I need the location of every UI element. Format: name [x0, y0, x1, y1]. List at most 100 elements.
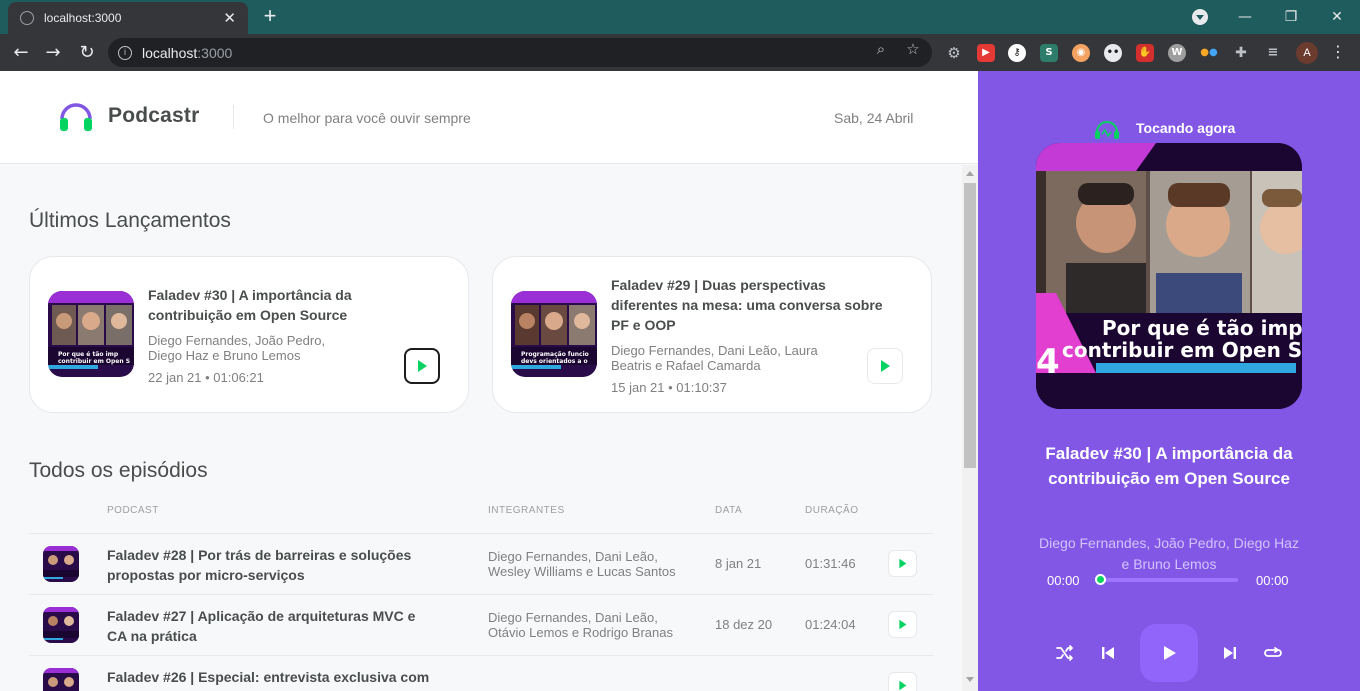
- browser-toolbar: ← → ↻ i localhost:3000 ⌕ ☆ ⚙ ▶ ⚷ S ◉ •• …: [0, 34, 1360, 71]
- shuffle-button[interactable]: [1053, 641, 1077, 665]
- header-date: Sab, 24 Abril: [834, 110, 914, 126]
- play-episode-button[interactable]: [888, 611, 917, 638]
- scrollbar-thumb[interactable]: [964, 183, 976, 468]
- shuffle-icon: [1056, 645, 1073, 661]
- progress-slider-handle[interactable]: [1095, 574, 1106, 585]
- episode-members: Diego Fernandes, Dani Leão, Otávio Lemos…: [488, 610, 673, 640]
- globe-icon: [20, 11, 34, 25]
- zoom-icon[interactable]: ⌕: [872, 40, 890, 58]
- extension-face-icon[interactable]: ••: [1104, 44, 1122, 62]
- table-row: Faladev #26 | Especial: entrevista exclu…: [29, 656, 933, 691]
- close-window-button[interactable]: ✕: [1314, 0, 1360, 34]
- svg-text:Por que é tão imp: Por que é tão imp: [58, 351, 119, 358]
- play-icon: [899, 619, 907, 630]
- extension-s-icon[interactable]: S: [1040, 44, 1058, 62]
- previous-button[interactable]: [1096, 641, 1120, 665]
- episode-title[interactable]: Faladev #30 | A importância da contribui…: [148, 285, 352, 325]
- url-host: localhost: [142, 44, 198, 61]
- extension-key-icon[interactable]: ⚷: [1008, 44, 1026, 62]
- progress-slider[interactable]: [1098, 578, 1238, 582]
- player-episode-members: Diego Fernandes, João Pedro, Diego Haz e…: [1039, 535, 1299, 572]
- app-header: Podcastr O melhor para você ouvir sempre…: [0, 71, 978, 164]
- extensions-puzzle-icon[interactable]: ✚: [1232, 44, 1250, 62]
- episode-duration: 01:24:04: [805, 617, 856, 632]
- podcastr-app: Podcastr O melhor para você ouvir sempre…: [0, 71, 1360, 691]
- episode-thumbnail: Por que é tão imp contribuir em Open S: [48, 291, 134, 377]
- episode-title[interactable]: Faladev #28 | Por trás de barreiras e so…: [107, 545, 467, 585]
- header-tagline: O melhor para você ouvir sempre: [263, 110, 471, 126]
- play-episode-button[interactable]: [888, 672, 917, 691]
- profile-avatar[interactable]: A: [1296, 42, 1318, 64]
- episode-thumbnail: [43, 546, 79, 582]
- column-header-members: INTEGRANTES: [488, 505, 565, 516]
- all-episodes-title: Todos os episódios: [29, 459, 208, 482]
- table-row: Faladev #27 | Aplicação de arquiteturas …: [29, 595, 933, 656]
- episode-title[interactable]: Faladev #26 | Especial: entrevista exclu…: [107, 667, 487, 687]
- episode-date: 8 jan 21: [715, 556, 762, 571]
- now-playing-headphones-icon: [1095, 121, 1119, 139]
- brand-name[interactable]: Podcastr: [108, 104, 199, 128]
- scroll-down-arrow-icon[interactable]: [966, 677, 974, 682]
- svg-text:devs orientados a o: devs orientados a o: [521, 358, 588, 365]
- main-content[interactable]: Últimos Lançamentos Por que é tão imp co…: [0, 165, 962, 691]
- scroll-up-arrow-icon[interactable]: [966, 171, 974, 176]
- skip-previous-icon: [1102, 647, 1114, 659]
- column-header-podcast: PODCAST: [107, 505, 159, 516]
- now-playing-label: Tocando agora: [1136, 120, 1236, 136]
- play-icon: [899, 558, 907, 569]
- main-scrollbar[interactable]: [962, 165, 978, 691]
- total-time: 00:00: [1256, 573, 1289, 588]
- forward-button[interactable]: →: [40, 40, 66, 66]
- play-pause-button[interactable]: [1140, 624, 1198, 682]
- latest-episodes-title: Últimos Lançamentos: [29, 209, 231, 232]
- new-tab-button[interactable]: +: [258, 4, 282, 28]
- play-episode-button[interactable]: [404, 348, 440, 384]
- media-control-icon[interactable]: ≡: [1264, 44, 1282, 62]
- tab-search-icon[interactable]: [1192, 9, 1208, 25]
- extension-wordpress-icon[interactable]: W: [1168, 44, 1186, 62]
- browser-tab-bar: localhost:3000 ✕ + — ❐ ✕: [0, 0, 1360, 34]
- play-episode-button[interactable]: [867, 348, 903, 384]
- player-episode-title: Faladev #30 | A importância da contribui…: [1045, 444, 1293, 488]
- episode-meta: 22 jan 21 • 01:06:21: [148, 370, 264, 385]
- settings-gear-icon[interactable]: ⚙: [945, 44, 963, 62]
- back-button[interactable]: ←: [8, 40, 34, 66]
- episode-meta: 15 jan 21 • 01:10:37: [611, 380, 727, 395]
- bookmark-star-icon[interactable]: ☆: [904, 40, 922, 58]
- repeat-icon: [1264, 647, 1282, 657]
- browser-menu-icon[interactable]: ⋮: [1330, 42, 1346, 61]
- column-header-duration: DURAÇÃO: [805, 505, 859, 516]
- episode-title[interactable]: Faladev #27 | Aplicação de arquiteturas …: [107, 606, 467, 646]
- reload-button[interactable]: ↻: [74, 40, 100, 66]
- restore-button[interactable]: ❐: [1268, 0, 1314, 34]
- url-port: :3000: [197, 44, 233, 61]
- episode-title[interactable]: Faladev #29 | Duas perspectivas diferent…: [611, 275, 883, 335]
- play-icon: [881, 360, 890, 372]
- info-icon[interactable]: i: [118, 45, 132, 60]
- episode-thumbnail: Programação funcio devs orientados a o: [511, 291, 597, 377]
- latest-episode-card: Por que é tão imp contribuir em Open S F…: [29, 256, 469, 413]
- extension-owl-icon[interactable]: ◉: [1072, 44, 1090, 62]
- cover-text-line1: Por que é tão imp: [1102, 316, 1302, 340]
- episode-thumbnail: [43, 668, 79, 691]
- address-bar[interactable]: i localhost:3000: [108, 38, 932, 67]
- episode-members: Diego Fernandes, Dani Leão, Wesley Willi…: [488, 549, 676, 579]
- episode-members: Diego Fernandes, Dani Leão, Laura Beatri…: [611, 343, 818, 373]
- extension-shield-icon[interactable]: ✋: [1136, 44, 1154, 62]
- latest-episode-card: Programação funcio devs orientados a o F…: [492, 256, 932, 413]
- headphones-logo-icon: [60, 103, 92, 131]
- minimize-button[interactable]: —: [1222, 0, 1268, 34]
- play-episode-button[interactable]: [888, 550, 917, 577]
- close-tab-icon[interactable]: ✕: [223, 9, 236, 27]
- next-button[interactable]: [1218, 641, 1242, 665]
- episode-thumbnail: [43, 607, 79, 643]
- skip-next-icon: [1224, 647, 1236, 659]
- browser-tab[interactable]: localhost:3000 ✕: [8, 2, 248, 34]
- episode-date: 18 dez 20: [715, 617, 773, 632]
- extension-dots-icon[interactable]: ●●: [1200, 44, 1218, 62]
- extension-video-icon[interactable]: ▶: [977, 44, 995, 62]
- cover-text-line2: contribuir em Open S: [1062, 338, 1302, 362]
- repeat-button[interactable]: [1261, 641, 1285, 665]
- episode-cover-image: Por que é tão imp contribuir em Open S 4: [1036, 143, 1302, 409]
- episode-duration: 01:31:46: [805, 556, 856, 571]
